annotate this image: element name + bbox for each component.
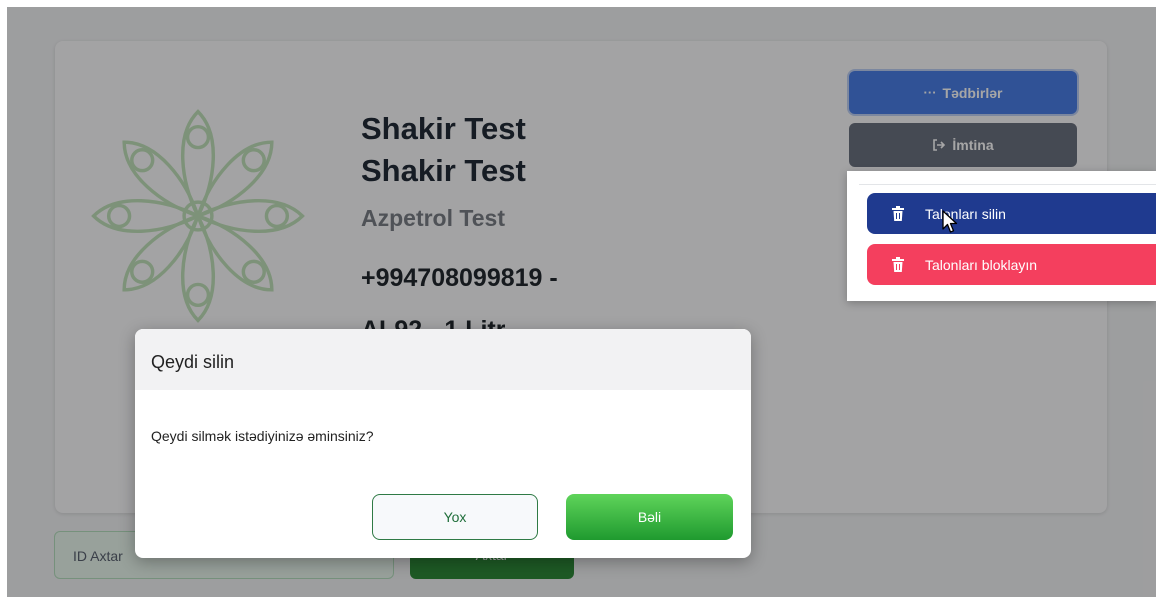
actions-dropdown-menu: Talonları silin Talonları bloklayın (847, 171, 1156, 301)
delete-coupons-item[interactable]: Talonları silin (867, 193, 1156, 234)
no-button[interactable]: Yox (372, 494, 538, 540)
yes-button-label: Bəli (637, 509, 662, 525)
trash-icon (892, 206, 904, 221)
mouse-cursor-icon (942, 210, 958, 233)
delete-confirm-dialog: Qeydi silin Qeydi silmək istədiyinizə əm… (135, 329, 751, 558)
dialog-header: Qeydi silin (135, 329, 751, 390)
delete-coupons-label: Talonları silin (925, 205, 1006, 222)
frame-edge-left (0, 0, 7, 597)
yes-button[interactable]: Bəli (566, 494, 733, 540)
dialog-message: Qeydi silmək istədiyinizə əminsiniz? (151, 428, 374, 444)
frame-edge-top (0, 0, 1156, 7)
trash-icon (892, 257, 904, 272)
dropdown-divider (859, 184, 1156, 185)
block-coupons-label: Talonları bloklayın (925, 256, 1038, 273)
block-coupons-item[interactable]: Talonları bloklayın (867, 244, 1156, 285)
dialog-title: Qeydi silin (151, 352, 235, 372)
no-button-label: Yox (443, 509, 467, 525)
